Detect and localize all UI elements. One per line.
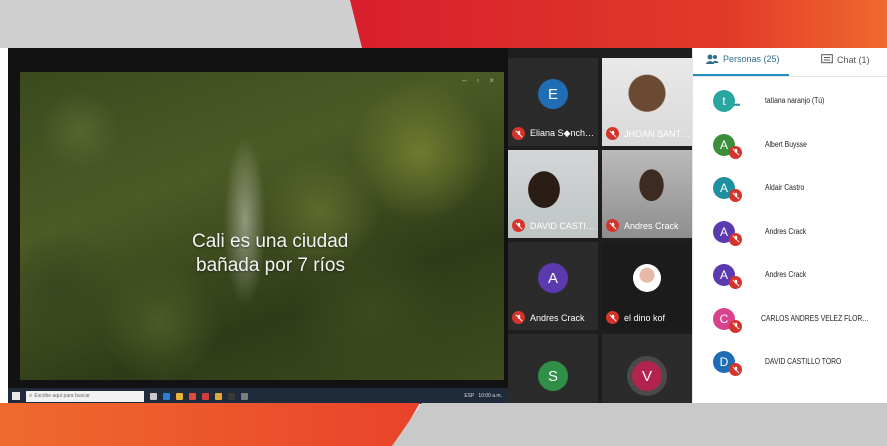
search-icon: ⌕ <box>29 392 33 399</box>
mic-off-icon <box>729 276 742 289</box>
mic-off-icon <box>729 363 742 376</box>
participant-name: JHOAN SANT… <box>624 128 691 139</box>
close-icon: × <box>489 76 494 85</box>
list-item[interactable]: C CARLOS ANDRES VELEZ FLOR… <box>693 306 887 350</box>
participants-panel: Personas (25) Chat (1) t ••• tatiana nar… <box>692 48 887 404</box>
participant-tile[interactable]: V <box>602 334 692 404</box>
banner-bottom-gray <box>392 403 887 446</box>
participant-name: Aldair Castro <box>765 183 805 192</box>
taskbar-search: ⌕ Escribe aquí para buscar <box>26 390 144 402</box>
participant-tile[interactable]: A Andres Crack <box>508 242 598 330</box>
participant-tile[interactable]: DAVID CASTI… <box>508 150 598 238</box>
mic-off-icon <box>606 219 619 232</box>
avatar: E <box>538 79 568 109</box>
avatar: A <box>538 263 568 293</box>
mic-off-icon <box>729 145 742 159</box>
caption-line-1: Cali es una ciudad <box>192 231 349 252</box>
tile-footer: el dino kof <box>606 311 665 324</box>
minimize-icon: – <box>462 76 467 85</box>
tab-people[interactable]: Personas (25) <box>705 54 780 64</box>
mic-off-icon <box>729 319 742 333</box>
tile-footer: DAVID CASTI… <box>512 219 595 232</box>
video-gallery: E Eliana S◆nch… JHOAN SANT… DAVID CASTI…… <box>508 48 692 404</box>
avatar <box>633 264 661 292</box>
chrome-icon <box>189 392 196 400</box>
edge-icon <box>163 392 170 400</box>
caption-line-2: bañada por 7 ríos <box>196 255 345 276</box>
tab-chat-label: Chat (1) <box>837 54 870 65</box>
tray-language: ESP <box>464 393 475 399</box>
avatar: S <box>538 361 568 391</box>
participant-name: tatiana naranjo (Tú) <box>765 96 825 105</box>
avatar: t <box>713 90 735 112</box>
folder-icon <box>176 392 183 400</box>
tile-footer: Andres Crack <box>606 219 679 232</box>
tile-footer: JHOAN SANT… <box>606 127 690 140</box>
shared-video-frame: – ▫ × Cali es una ciudad bañada por 7 rí… <box>20 72 504 380</box>
maximize-icon: ▫ <box>476 76 480 85</box>
participant-name: CARLOS ANDRES VELEZ FLOR… <box>761 313 870 323</box>
mic-off-icon <box>606 127 619 140</box>
participant-name: el dino kof <box>624 312 666 323</box>
terminal-icon <box>228 392 235 400</box>
mic-off-icon <box>512 219 525 232</box>
participant-tile[interactable]: S <box>508 334 598 404</box>
people-icon <box>705 54 719 64</box>
banner-bottom-orange <box>0 403 420 446</box>
participant-name: DAVID CASTI… <box>530 220 595 231</box>
participant-tile[interactable]: el dino kof <box>602 242 692 330</box>
mic-off-icon <box>606 311 619 324</box>
taskbar-search-placeholder: Escribe aquí para buscar <box>34 393 90 399</box>
list-item[interactable]: D DAVID CASTILLO TORO <box>693 349 887 393</box>
list-item[interactable]: A Albert Buysse <box>693 132 887 176</box>
participant-name: Andres Crack <box>624 220 679 231</box>
media-icon <box>215 392 222 400</box>
list-item[interactable]: A Andres Crack <box>693 262 887 306</box>
mic-off-icon <box>512 311 525 324</box>
tab-people-label: Personas (25) <box>723 54 780 64</box>
banner-top-red <box>350 0 887 48</box>
taskbar-tray: ESP 10:00 a.m. <box>464 393 508 399</box>
tile-footer: Andres Crack <box>512 311 585 324</box>
list-item[interactable]: A Andres Crack <box>693 219 887 263</box>
avatar: V <box>632 361 662 391</box>
video-caption: Cali es una ciudad bañada por 7 ríos <box>192 230 348 278</box>
participant-name: DAVID CASTILLO TORO <box>765 357 842 366</box>
pdf-icon <box>202 392 209 400</box>
participant-tile[interactable]: JHOAN SANT… <box>602 58 692 146</box>
participant-name: Albert Buysse <box>765 139 807 149</box>
mic-off-icon <box>729 232 742 246</box>
participant-name: Andres Crack <box>765 226 807 236</box>
tabs-divider <box>693 76 887 77</box>
settings-icon <box>241 392 248 400</box>
participant-tile[interactable]: Andres Crack <box>602 150 692 238</box>
shared-window-controls: – ▫ × <box>462 76 494 85</box>
screen-share: – ▫ × Cali es una ciudad bañada por 7 rí… <box>8 48 508 404</box>
app-icon <box>150 392 157 400</box>
windows-start-icon <box>12 392 20 400</box>
participant-name: Eliana S◆nch… <box>530 128 594 138</box>
chat-icon <box>821 54 833 64</box>
tray-clock: 10:00 a.m. <box>478 393 502 399</box>
participant-name: Andres Crack <box>530 312 585 323</box>
more-options-icon: ••• <box>733 100 741 110</box>
participant-name: Andres Crack <box>765 270 807 279</box>
tab-chat[interactable]: Chat (1) <box>821 54 870 65</box>
participant-list: t ••• tatiana naranjo (Tú) A Albert Buys… <box>693 88 887 393</box>
panel-tabs: Personas (25) Chat (1) <box>693 48 887 77</box>
shared-taskbar: ⌕ Escribe aquí para buscar ESP 10:00 a.m… <box>8 388 508 404</box>
participant-tile[interactable]: E Eliana S◆nch… <box>508 58 598 146</box>
mic-off-icon <box>512 127 525 140</box>
mic-off-icon <box>729 189 742 202</box>
list-item[interactable]: A Aldair Castro <box>693 175 887 219</box>
list-item[interactable]: t ••• tatiana naranjo (Tú) <box>693 88 887 132</box>
tile-footer: Eliana S◆nch… <box>512 127 594 140</box>
